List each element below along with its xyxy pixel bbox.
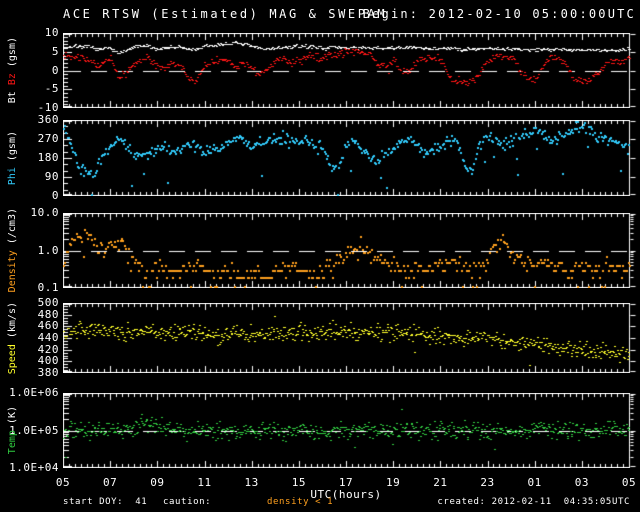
ace-rtsw-plot: ACE RTSW (Estimated) MAG & SWEPAM Begin:…	[0, 0, 640, 512]
speed-axis-label: Speed (km/s)	[4, 301, 22, 375]
x-tick-label: 17	[338, 476, 354, 489]
x-tick-label: 05	[621, 476, 637, 489]
x-tick-label: 13	[244, 476, 259, 489]
x-tick-label: 09	[150, 476, 165, 489]
axis-label-part: Speed	[7, 344, 18, 375]
bt-bz-plot-canvas	[63, 33, 637, 108]
x-tick-label: 01	[527, 476, 542, 489]
axis-label-part: (km/s)	[7, 301, 18, 345]
caution-label: caution:	[163, 497, 212, 507]
x-tick-label: 05	[55, 476, 71, 489]
axis-label-part: Phi	[7, 167, 18, 186]
temp-axis-label: Temp (K)	[4, 393, 22, 468]
bt-bz-axis-label: Bt Bz (gsm)	[4, 33, 22, 108]
axis-label-part: (/cm3)	[7, 208, 18, 251]
x-tick-label: 03	[574, 476, 589, 489]
x-tick-label: 07	[103, 476, 118, 489]
created-timestamp: created: 2012-02-11 04:35:05UTC	[437, 497, 630, 507]
x-tick-label: 21	[433, 476, 448, 489]
density-plot-canvas	[63, 213, 637, 288]
density-axis-label: Density (/cm3)	[4, 208, 22, 292]
phi-axis-label: Phi (gsm)	[4, 120, 22, 196]
x-tick-label: 19	[386, 476, 401, 489]
axis-label-part: (gsm)	[7, 37, 18, 74]
axis-label-part: Bt	[7, 85, 18, 104]
x-tick-label: 23	[480, 476, 495, 489]
axis-label-part: Density	[7, 250, 18, 293]
axis-label-part: Bz	[7, 73, 18, 86]
axis-label-part: (gsm)	[7, 130, 18, 168]
x-tick-label: 15	[291, 476, 306, 489]
phi-plot-canvas	[63, 120, 637, 196]
x-tick-label: 11	[197, 476, 212, 489]
axis-label-part: (K)	[7, 406, 18, 431]
caution-value: density < 1	[267, 497, 334, 507]
page-title: ACE RTSW (Estimated) MAG & SWEPAM	[63, 7, 388, 21]
speed-plot-canvas	[63, 303, 637, 373]
axis-label-part: Temp	[7, 430, 18, 455]
temp-plot-canvas	[63, 393, 637, 468]
begin-timestamp: Begin: 2012-02-10 05:00:00UTC	[362, 7, 636, 21]
start-doy-text: start DOY: 41	[63, 497, 148, 507]
